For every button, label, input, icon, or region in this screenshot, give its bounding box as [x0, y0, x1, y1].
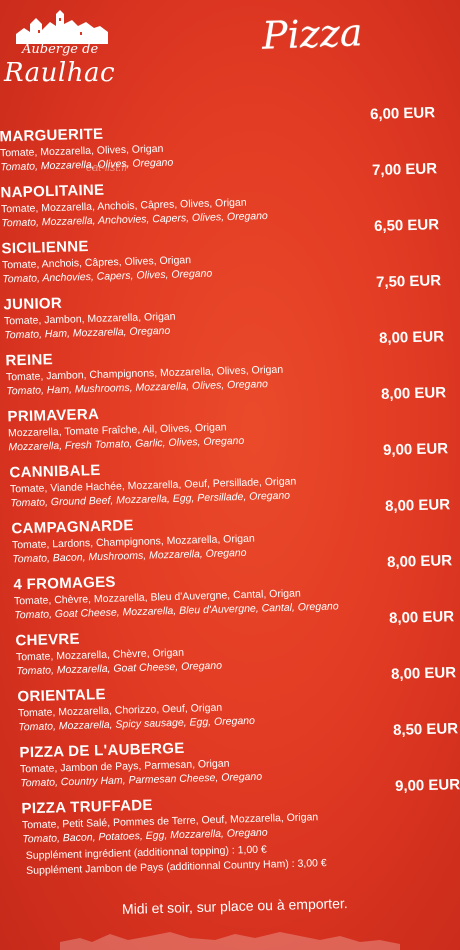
item-description-en: Tomato, Mozzarella, Olives, Oregano [0, 156, 174, 174]
item-price: 9,00 EUR [382, 440, 449, 459]
item-name: MARGUERITE [0, 125, 104, 146]
item-price: 8,00 EUR [388, 608, 455, 627]
item-price: 6,50 EUR [373, 216, 440, 236]
item-price: 8,00 EUR [380, 384, 447, 403]
item-price: 8,00 EUR [390, 664, 457, 683]
item-price: 6,00 EUR [369, 104, 436, 124]
item-name: PIZZA TRUFFADE [21, 796, 153, 818]
item-price: 8,00 EUR [384, 496, 451, 515]
item-price: 8,00 EUR [386, 552, 453, 571]
item-name: SICILIENNE [1, 237, 89, 258]
item-name: PRIMAVERA [7, 405, 100, 426]
village-silhouette-icon [60, 932, 400, 950]
pizza-list: MARGUERITE Tomate, Mozzarella, Olives, O… [0, 0, 460, 950]
item-name: CANNIBALE [9, 461, 101, 482]
item-price: 7,50 EUR [375, 272, 442, 292]
item-price: 8,00 EUR [378, 328, 445, 347]
item-name: JUNIOR [3, 294, 63, 314]
item-name: REINE [5, 351, 54, 370]
item-description-en: Tomato, Ham, Mozzarella, Oregano [4, 324, 171, 342]
item-name: ORIENTALE [17, 685, 107, 706]
item-name: NAPOLITAINE [0, 181, 105, 202]
item-name: CAMPAGNARDE [11, 517, 134, 538]
menu-page: Auberge de Raulhac Pizza eat-list.fr MAR… [0, 0, 460, 950]
item-name: 4 FROMAGES [13, 573, 116, 594]
item-name: CHEVRE [15, 630, 81, 650]
item-price: 9,00 EUR [394, 776, 460, 795]
item-name: PIZZA DE L'AUBERGE [19, 739, 185, 762]
item-price: 8,50 EUR [392, 720, 459, 739]
item-price: 7,00 EUR [371, 160, 438, 180]
